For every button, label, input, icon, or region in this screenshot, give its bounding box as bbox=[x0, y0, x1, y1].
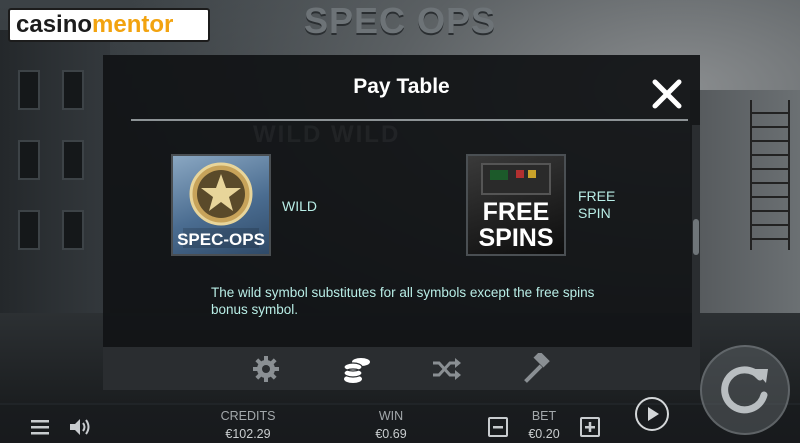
play-icon bbox=[648, 407, 659, 421]
faded-heading: WILD WILD bbox=[253, 121, 401, 148]
paytable-modal: Pay Table WILD WILD SPEC-OPS WILD FREE S… bbox=[103, 55, 700, 390]
modal-title: Pay Table bbox=[353, 75, 450, 98]
watermark-part2: mentor bbox=[92, 11, 174, 38]
hamburger-icon bbox=[31, 420, 49, 435]
credits-label: CREDITS bbox=[220, 409, 276, 423]
bet-increase-button[interactable] bbox=[580, 417, 600, 437]
gear-icon bbox=[253, 356, 279, 382]
watermark-part1: casino bbox=[16, 11, 93, 38]
building-window bbox=[62, 70, 84, 110]
tab-settings[interactable] bbox=[250, 353, 282, 385]
free-art-text-1: FREE bbox=[483, 198, 550, 226]
hammer-icon bbox=[524, 351, 550, 383]
fire-escape bbox=[750, 100, 790, 250]
free-spin-label: FREE SPIN bbox=[578, 188, 616, 221]
close-icon bbox=[652, 79, 682, 109]
bet-value: €0.20 bbox=[528, 427, 560, 441]
credits-value: €102.29 bbox=[225, 427, 271, 441]
bet-label: BET bbox=[531, 409, 557, 423]
tab-paytable[interactable] bbox=[341, 353, 373, 385]
sound-button[interactable] bbox=[68, 417, 92, 437]
wild-badge-icon: SPEC-OPS bbox=[177, 162, 265, 249]
menu-button[interactable] bbox=[31, 419, 49, 435]
scrollbar-thumb[interactable] bbox=[693, 219, 699, 255]
scrollbar-track[interactable] bbox=[692, 125, 700, 347]
wild-description: The wild symbol substitutes for all symb… bbox=[211, 285, 595, 317]
building-window bbox=[18, 140, 40, 180]
tab-random[interactable] bbox=[430, 353, 462, 385]
building-window bbox=[62, 140, 84, 180]
autoplay-button[interactable] bbox=[635, 397, 669, 431]
tab-rules[interactable] bbox=[520, 351, 552, 385]
speaker-icon bbox=[70, 419, 90, 435]
wild-art-text: SPEC-OPS bbox=[177, 230, 265, 249]
close-button[interactable] bbox=[650, 77, 684, 111]
building-window bbox=[18, 210, 40, 250]
spin-button[interactable] bbox=[700, 345, 790, 435]
bet-decrease-button[interactable] bbox=[488, 417, 508, 437]
title-divider bbox=[131, 119, 688, 121]
wild-label: WILD bbox=[282, 198, 317, 214]
building-window bbox=[18, 70, 40, 110]
win-label: WIN bbox=[378, 409, 404, 423]
paytable-tabbar bbox=[103, 347, 700, 390]
wild-symbol-image: SPEC-OPS bbox=[171, 154, 271, 256]
building-window bbox=[62, 210, 84, 250]
win-value: €0.69 bbox=[375, 427, 407, 441]
free-art-text-2: SPINS bbox=[478, 224, 553, 252]
spin-arrow-icon bbox=[721, 366, 768, 414]
plus-icon bbox=[585, 422, 595, 432]
shuffle-icon bbox=[433, 358, 461, 380]
free-spins-badge-icon: FREE SPINS bbox=[478, 163, 554, 252]
coins-icon bbox=[343, 358, 370, 383]
minus-icon bbox=[493, 426, 503, 429]
casinomentor-watermark: casinomentor bbox=[8, 8, 210, 42]
free-spins-symbol-image: FREE SPINS bbox=[466, 154, 566, 256]
